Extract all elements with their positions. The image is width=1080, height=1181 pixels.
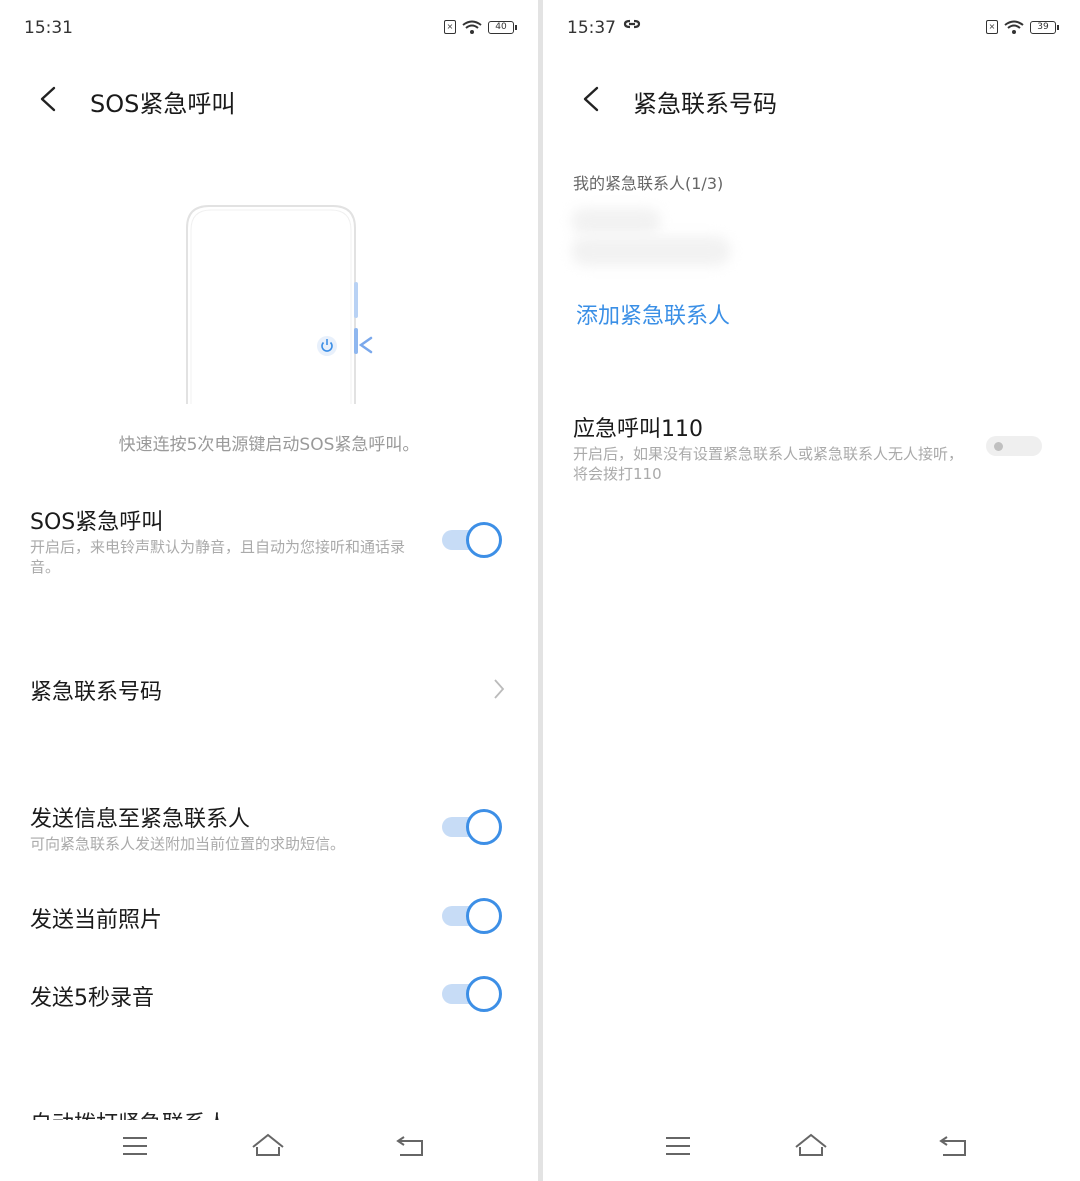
status-bar: 15:37 × 39 [567, 14, 1059, 44]
emergency-110-toggle[interactable] [986, 428, 1046, 464]
send-message-toggle[interactable] [442, 809, 502, 845]
link-icon [623, 19, 641, 29]
menu-icon[interactable] [118, 1131, 152, 1161]
status-bar: 15:31 × 40 [24, 14, 517, 44]
status-icons: × 39 [986, 20, 1059, 34]
home-icon[interactable] [251, 1131, 285, 1161]
status-time: 15:31 [24, 18, 73, 38]
phone-illustration [186, 205, 415, 404]
sos-settings-screen: 15:31 × 40 SOS紧急呼叫 快速连按5次电源键启动SOS紧急呼叫。 S… [0, 0, 538, 1181]
send-photo-title: 发送当前照片 [30, 908, 163, 933]
send-message-sub: 可向紧急联系人发送附加当前位置的求助短信。 [30, 835, 346, 853]
sim-icon: × [986, 20, 998, 34]
page-title: 紧急联系号码 [633, 90, 777, 118]
power-icon [317, 336, 337, 356]
chevron-right-icon[interactable] [492, 678, 506, 700]
emergency-110-sub: 开启后，如果没有设置紧急联系人或紧急联系人无人接听，将会拨打110 [573, 445, 964, 483]
sos-toggle[interactable] [442, 522, 502, 558]
wifi-icon [462, 20, 482, 34]
contacts-section-label: 我的紧急联系人(1/3) [573, 174, 724, 193]
return-icon[interactable] [394, 1131, 428, 1161]
header: 紧急联系号码 [573, 78, 1050, 122]
sim-icon: × [444, 20, 456, 34]
send-photo-toggle[interactable] [442, 898, 502, 934]
add-contact-link[interactable]: 添加紧急联系人 [576, 298, 730, 330]
sos-sub: 开启后，来电铃声默认为静音，且自动为您接听和通话录音。 [30, 538, 406, 576]
sos-caption: 快速连按5次电源键启动SOS紧急呼叫。 [118, 435, 420, 455]
status-time: 15:37 [567, 18, 616, 38]
page-title: SOS紧急呼叫 [90, 90, 236, 118]
sos-title: SOS紧急呼叫 [30, 510, 164, 535]
send-audio-title: 发送5秒录音 [30, 986, 154, 1011]
return-icon[interactable] [937, 1131, 971, 1161]
back-arrow-icon[interactable] [36, 86, 62, 112]
battery-icon: 39 [1030, 20, 1059, 34]
battery-icon: 40 [488, 20, 517, 34]
emergency-contacts-screen: 15:37 × 39 紧急联系号码 我的紧急联系人(1/3) 添加紧急联系人 应… [543, 0, 1080, 1181]
header: SOS紧急呼叫 [30, 78, 508, 122]
nav-bar [543, 1117, 1080, 1181]
home-icon[interactable] [794, 1131, 828, 1161]
send-message-title: 发送信息至紧急联系人 [30, 807, 251, 832]
emergency-110-title: 应急呼叫110 [573, 417, 703, 442]
blurred-contact[interactable] [571, 208, 741, 270]
battery-level: 40 [495, 21, 507, 32]
menu-icon[interactable] [661, 1131, 695, 1161]
send-audio-toggle[interactable] [442, 976, 502, 1012]
wifi-icon [1004, 20, 1024, 34]
battery-level: 39 [1037, 21, 1049, 32]
status-icons: × 40 [444, 20, 517, 34]
emergency-contacts-row[interactable]: 紧急联系号码 [30, 674, 162, 706]
back-arrow-icon[interactable] [579, 86, 605, 112]
nav-bar [0, 1117, 538, 1181]
